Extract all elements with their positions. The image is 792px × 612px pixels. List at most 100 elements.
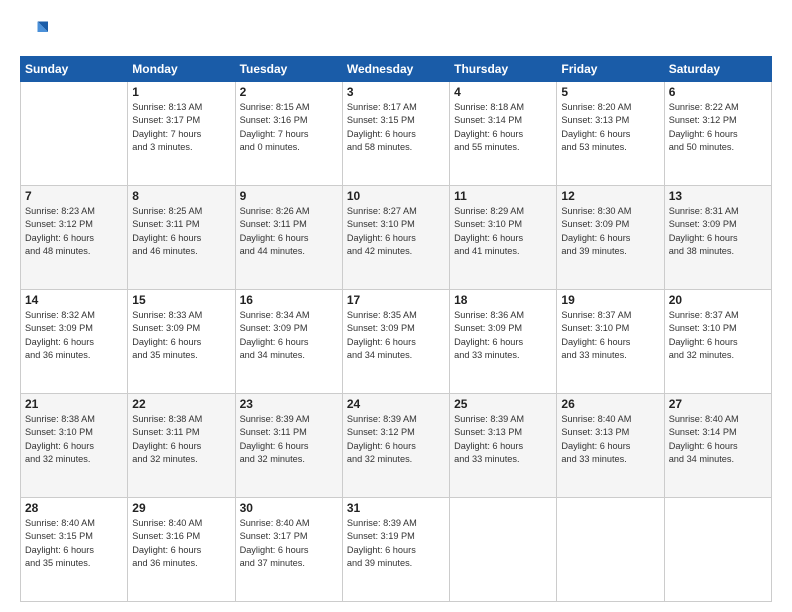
week-row-5: 28 Sunrise: 8:40 AM Sunset: 3:15 PM Dayli… <box>21 498 772 602</box>
day-number: 5 <box>561 85 659 99</box>
day-info: Sunrise: 8:37 AM Sunset: 3:10 PM Dayligh… <box>561 309 659 362</box>
day-cell: 18Sunrise: 8:36 AM Sunset: 3:09 PM Dayli… <box>450 290 557 394</box>
day-cell: 26Sunrise: 8:40 AM Sunset: 3:13 PM Dayli… <box>557 394 664 498</box>
day-cell <box>21 82 128 186</box>
day-number: 28 <box>25 501 123 515</box>
day-info: Sunrise: 8:39 AM Sunset: 3:19 PM Dayligh… <box>347 517 445 570</box>
day-number: 23 <box>240 397 338 411</box>
day-number: 27 <box>669 397 767 411</box>
day-number: 14 <box>25 293 123 307</box>
day-cell: 6Sunrise: 8:22 AM Sunset: 3:12 PM Daylig… <box>664 82 771 186</box>
day-cell <box>557 498 664 602</box>
day-info: Sunrise: 8:40 AM Sunset: 3:17 PM Dayligh… <box>240 517 338 570</box>
day-cell: 31 Sunrise: 8:39 AM Sunset: 3:19 PM Dayli… <box>342 498 449 602</box>
day-cell: 28 Sunrise: 8:40 AM Sunset: 3:15 PM Dayli… <box>21 498 128 602</box>
day-info: Sunrise: 8:35 AM Sunset: 3:09 PM Dayligh… <box>347 309 445 362</box>
col-header-tuesday: Tuesday <box>235 57 342 82</box>
logo <box>20 18 52 46</box>
day-info: Sunrise: 8:40 AM Sunset: 3:15 PM Dayligh… <box>25 517 123 570</box>
day-number: 16 <box>240 293 338 307</box>
week-row-2: 7Sunrise: 8:23 AM Sunset: 3:12 PM Daylig… <box>21 186 772 290</box>
col-header-friday: Friday <box>557 57 664 82</box>
week-row-3: 14 Sunrise: 8:32 AM Sunset: 3:09 PM Dayli… <box>21 290 772 394</box>
day-cell: 27 Sunrise: 8:40 AM Sunset: 3:14 PM Dayli… <box>664 394 771 498</box>
day-number: 13 <box>669 189 767 203</box>
day-number: 15 <box>132 293 230 307</box>
col-header-monday: Monday <box>128 57 235 82</box>
calendar-table: SundayMondayTuesdayWednesdayThursdayFrid… <box>20 56 772 602</box>
col-header-wednesday: Wednesday <box>342 57 449 82</box>
day-info: Sunrise: 8:15 AM Sunset: 3:16 PM Dayligh… <box>240 101 338 154</box>
day-cell: 8 Sunrise: 8:25 AM Sunset: 3:11 PM Daylig… <box>128 186 235 290</box>
day-info: Sunrise: 8:40 AM Sunset: 3:16 PM Dayligh… <box>132 517 230 570</box>
day-cell: 12 Sunrise: 8:30 AM Sunset: 3:09 PM Dayli… <box>557 186 664 290</box>
day-cell <box>450 498 557 602</box>
day-info: Sunrise: 8:39 AM Sunset: 3:13 PM Dayligh… <box>454 413 552 466</box>
day-number: 19 <box>561 293 659 307</box>
day-number: 12 <box>561 189 659 203</box>
day-number: 21 <box>25 397 123 411</box>
day-number: 31 <box>347 501 445 515</box>
day-number: 25 <box>454 397 552 411</box>
col-header-saturday: Saturday <box>664 57 771 82</box>
day-cell: 14 Sunrise: 8:32 AM Sunset: 3:09 PM Dayli… <box>21 290 128 394</box>
day-info: Sunrise: 8:13 AM Sunset: 3:17 PM Dayligh… <box>132 101 230 154</box>
day-cell: 30 Sunrise: 8:40 AM Sunset: 3:17 PM Dayli… <box>235 498 342 602</box>
day-cell: 11 Sunrise: 8:29 AM Sunset: 3:10 PM Dayli… <box>450 186 557 290</box>
day-cell: 19 Sunrise: 8:37 AM Sunset: 3:10 PM Dayli… <box>557 290 664 394</box>
day-cell: 16Sunrise: 8:34 AM Sunset: 3:09 PM Dayli… <box>235 290 342 394</box>
day-cell: 3Sunrise: 8:17 AM Sunset: 3:15 PM Daylig… <box>342 82 449 186</box>
day-info: Sunrise: 8:29 AM Sunset: 3:10 PM Dayligh… <box>454 205 552 258</box>
day-info: Sunrise: 8:33 AM Sunset: 3:09 PM Dayligh… <box>132 309 230 362</box>
day-info: Sunrise: 8:39 AM Sunset: 3:11 PM Dayligh… <box>240 413 338 466</box>
day-cell: 4 Sunrise: 8:18 AM Sunset: 3:14 PM Daylig… <box>450 82 557 186</box>
day-info: Sunrise: 8:39 AM Sunset: 3:12 PM Dayligh… <box>347 413 445 466</box>
day-info: Sunrise: 8:20 AM Sunset: 3:13 PM Dayligh… <box>561 101 659 154</box>
day-number: 17 <box>347 293 445 307</box>
day-number: 11 <box>454 189 552 203</box>
day-cell: 25 Sunrise: 8:39 AM Sunset: 3:13 PM Dayli… <box>450 394 557 498</box>
day-info: Sunrise: 8:26 AM Sunset: 3:11 PM Dayligh… <box>240 205 338 258</box>
day-cell: 29Sunrise: 8:40 AM Sunset: 3:16 PM Dayli… <box>128 498 235 602</box>
day-info: Sunrise: 8:25 AM Sunset: 3:11 PM Dayligh… <box>132 205 230 258</box>
day-cell: 2 Sunrise: 8:15 AM Sunset: 3:16 PM Daylig… <box>235 82 342 186</box>
day-info: Sunrise: 8:40 AM Sunset: 3:14 PM Dayligh… <box>669 413 767 466</box>
day-info: Sunrise: 8:17 AM Sunset: 3:15 PM Dayligh… <box>347 101 445 154</box>
day-number: 1 <box>132 85 230 99</box>
day-cell <box>664 498 771 602</box>
day-cell: 17 Sunrise: 8:35 AM Sunset: 3:09 PM Dayli… <box>342 290 449 394</box>
day-number: 8 <box>132 189 230 203</box>
day-cell: 20 Sunrise: 8:37 AM Sunset: 3:10 PM Dayli… <box>664 290 771 394</box>
day-number: 9 <box>240 189 338 203</box>
day-number: 20 <box>669 293 767 307</box>
day-info: Sunrise: 8:38 AM Sunset: 3:11 PM Dayligh… <box>132 413 230 466</box>
day-cell: 9 Sunrise: 8:26 AM Sunset: 3:11 PM Daylig… <box>235 186 342 290</box>
day-info: Sunrise: 8:40 AM Sunset: 3:13 PM Dayligh… <box>561 413 659 466</box>
day-cell: 15 Sunrise: 8:33 AM Sunset: 3:09 PM Dayli… <box>128 290 235 394</box>
header <box>20 18 772 46</box>
day-info: Sunrise: 8:38 AM Sunset: 3:10 PM Dayligh… <box>25 413 123 466</box>
day-number: 4 <box>454 85 552 99</box>
logo-icon <box>20 18 48 46</box>
day-info: Sunrise: 8:37 AM Sunset: 3:10 PM Dayligh… <box>669 309 767 362</box>
day-info: Sunrise: 8:22 AM Sunset: 3:12 PM Dayligh… <box>669 101 767 154</box>
day-cell: 5 Sunrise: 8:20 AM Sunset: 3:13 PM Daylig… <box>557 82 664 186</box>
day-number: 22 <box>132 397 230 411</box>
day-number: 2 <box>240 85 338 99</box>
day-number: 7 <box>25 189 123 203</box>
day-cell: 10Sunrise: 8:27 AM Sunset: 3:10 PM Dayli… <box>342 186 449 290</box>
day-number: 10 <box>347 189 445 203</box>
day-info: Sunrise: 8:31 AM Sunset: 3:09 PM Dayligh… <box>669 205 767 258</box>
col-header-sunday: Sunday <box>21 57 128 82</box>
day-cell: 1 Sunrise: 8:13 AM Sunset: 3:17 PM Daylig… <box>128 82 235 186</box>
day-info: Sunrise: 8:30 AM Sunset: 3:09 PM Dayligh… <box>561 205 659 258</box>
week-row-1: 1 Sunrise: 8:13 AM Sunset: 3:17 PM Daylig… <box>21 82 772 186</box>
day-number: 30 <box>240 501 338 515</box>
day-cell: 24Sunrise: 8:39 AM Sunset: 3:12 PM Dayli… <box>342 394 449 498</box>
day-cell: 7Sunrise: 8:23 AM Sunset: 3:12 PM Daylig… <box>21 186 128 290</box>
day-info: Sunrise: 8:18 AM Sunset: 3:14 PM Dayligh… <box>454 101 552 154</box>
day-info: Sunrise: 8:32 AM Sunset: 3:09 PM Dayligh… <box>25 309 123 362</box>
week-row-4: 21 Sunrise: 8:38 AM Sunset: 3:10 PM Dayli… <box>21 394 772 498</box>
day-info: Sunrise: 8:36 AM Sunset: 3:09 PM Dayligh… <box>454 309 552 362</box>
col-header-thursday: Thursday <box>450 57 557 82</box>
